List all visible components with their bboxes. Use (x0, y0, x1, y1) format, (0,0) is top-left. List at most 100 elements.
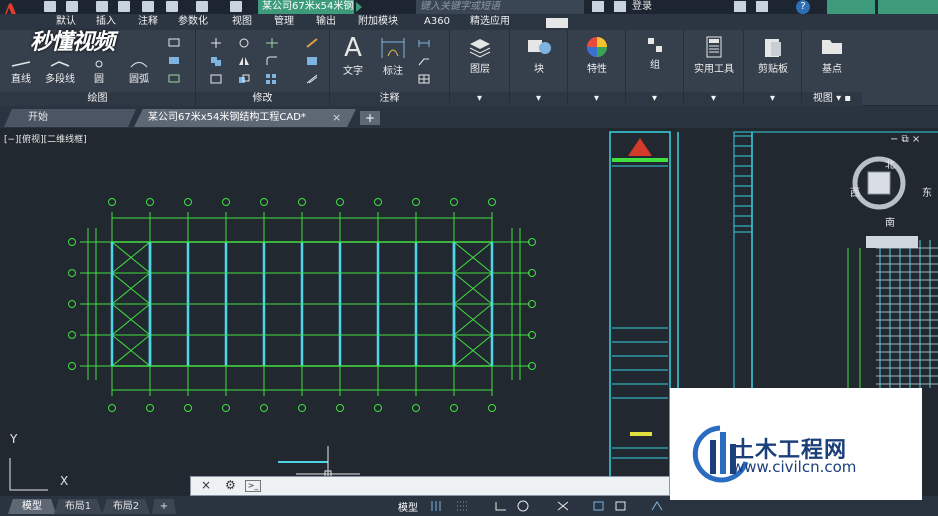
polar-icon[interactable] (516, 500, 530, 512)
search-input[interactable]: 键入关键字或短语 (416, 0, 584, 14)
panel-toggle-icon[interactable] (546, 18, 568, 28)
viewcube-top-face[interactable]: 上 (886, 184, 896, 199)
compass-east[interactable]: 东 (922, 184, 932, 199)
circle-button[interactable]: 圆 (86, 60, 112, 85)
tab-featured-apps[interactable]: 精选应用 (470, 15, 510, 29)
annotation-panel-title[interactable]: 注释 (330, 92, 449, 106)
user-icon[interactable] (614, 1, 626, 12)
base-point-button[interactable]: 基点 (814, 36, 850, 75)
wcs-menu[interactable] (866, 236, 918, 248)
erase-icon[interactable] (306, 38, 318, 48)
linear-dimension-icon[interactable] (418, 38, 430, 48)
model-space-toggle[interactable]: 模型 (398, 499, 418, 514)
tab-manage[interactable]: 管理 (274, 15, 294, 29)
viewport-controls[interactable]: [−][俯视][二维线框] (4, 132, 87, 145)
view-panel-title[interactable]: 视图 ▾ ▪ (802, 92, 862, 106)
polyline-button[interactable]: 多段线 (40, 60, 80, 85)
quick-access-dropdown-icon[interactable] (230, 1, 242, 12)
exchange-icon[interactable] (756, 1, 768, 12)
properties-button[interactable]: 特性 (580, 36, 614, 75)
login-link[interactable]: 登录 (632, 0, 652, 14)
grid-icon[interactable] (430, 500, 444, 512)
layout-tab-model[interactable]: 模型 (8, 499, 56, 514)
polyline-label: 多段线 (45, 74, 75, 85)
table-icon[interactable] (418, 74, 430, 84)
move-icon[interactable] (210, 38, 222, 48)
arc-button[interactable]: 圆弧 (124, 60, 154, 85)
layers-panel-dropdown[interactable]: ▾ (450, 92, 509, 106)
osnap-icon[interactable] (592, 500, 606, 512)
command-close-icon[interactable]: × (201, 478, 211, 492)
explode-icon[interactable] (306, 56, 318, 66)
region-icon[interactable] (168, 74, 180, 84)
utilities-button[interactable]: 实用工具 (690, 36, 738, 75)
cart-icon[interactable] (734, 1, 746, 12)
tab-a360[interactable]: A360 (424, 15, 450, 29)
save-as-icon[interactable] (118, 1, 130, 12)
minimize-button[interactable] (827, 0, 875, 14)
stretch-icon[interactable] (210, 74, 222, 84)
trim-icon[interactable] (266, 38, 278, 48)
viewport-window-controls[interactable]: − ⧉ × (890, 134, 920, 145)
new-file-icon[interactable] (44, 1, 56, 12)
color-wheel-icon (587, 37, 607, 57)
ortho-icon[interactable] (494, 500, 508, 512)
layers-button[interactable]: 图层 (462, 36, 498, 75)
wrench-icon[interactable]: ⚙ (225, 478, 236, 492)
compass-south[interactable]: 南 (885, 214, 895, 229)
mirror-icon[interactable] (238, 56, 250, 66)
new-tab-button[interactable]: + (360, 111, 380, 125)
help-icon[interactable]: ? (796, 0, 810, 14)
dimension-button[interactable]: 标注 (378, 34, 408, 77)
clipboard-panel-dropdown[interactable]: ▾ (744, 92, 801, 106)
tab-start[interactable]: 开始 (4, 109, 136, 127)
binoculars-icon[interactable] (592, 1, 604, 12)
array-icon[interactable] (266, 74, 278, 84)
block-button[interactable]: 块 (522, 36, 556, 75)
draw-panel-title[interactable]: 绘图 (0, 92, 195, 106)
save-icon[interactable] (96, 1, 108, 12)
undo-icon[interactable] (166, 1, 178, 12)
tab-view[interactable]: 视图 (232, 15, 252, 29)
group-panel-dropdown[interactable]: ▾ (626, 92, 683, 106)
snap-icon[interactable] (456, 500, 470, 512)
tab-annotate[interactable]: 注释 (138, 15, 158, 29)
osnap-tracking-icon[interactable] (556, 500, 570, 512)
redo-icon[interactable] (196, 1, 208, 12)
modify-panel-title[interactable]: 修改 (196, 92, 329, 106)
tab-close-icon[interactable]: × (332, 109, 341, 127)
layout-tab-1[interactable]: 布局1 (54, 499, 102, 514)
utilities-panel-dropdown[interactable]: ▾ (684, 92, 743, 106)
command-line[interactable]: × ⚙ >_ (190, 476, 670, 496)
fillet-icon[interactable] (266, 56, 278, 66)
leader-icon[interactable] (418, 56, 430, 66)
open-file-icon[interactable] (66, 1, 78, 12)
clipboard-button[interactable]: 剪贴板 (752, 36, 794, 75)
tab-document[interactable]: 某公司67米x54米钢结构工程CAD* (134, 109, 356, 127)
compass-west[interactable]: 西 (850, 184, 860, 199)
maximize-button[interactable] (878, 0, 938, 14)
rectangle-icon[interactable] (168, 38, 180, 48)
tab-addins[interactable]: 附加模块 (358, 15, 398, 29)
viewcube[interactable] (848, 152, 910, 214)
copy-icon[interactable] (210, 56, 222, 66)
scale-icon[interactable] (238, 74, 250, 84)
offset-icon[interactable] (306, 74, 318, 84)
command-prompt-icon[interactable]: >_ (245, 480, 261, 492)
tab-parametric[interactable]: 参数化 (178, 15, 208, 29)
text-button[interactable]: A 文字 (338, 34, 368, 77)
compass-north[interactable]: 北 (885, 156, 895, 171)
line-button[interactable]: 直线 (6, 60, 36, 85)
group-button[interactable]: 组 (640, 36, 670, 71)
command-input[interactable] (269, 479, 649, 493)
print-icon[interactable] (142, 1, 154, 12)
annotation-scale-icon[interactable] (650, 500, 664, 512)
lineweight-icon[interactable] (614, 500, 628, 512)
tab-output[interactable]: 输出 (316, 15, 336, 29)
block-panel-dropdown[interactable]: ▾ (510, 92, 567, 106)
layout-tab-2[interactable]: 布局2 (102, 499, 150, 514)
properties-panel-dropdown[interactable]: ▾ (568, 92, 625, 106)
add-layout-button[interactable]: + (152, 499, 176, 514)
hatch-icon[interactable] (168, 56, 180, 66)
rotate-icon[interactable] (238, 38, 250, 48)
